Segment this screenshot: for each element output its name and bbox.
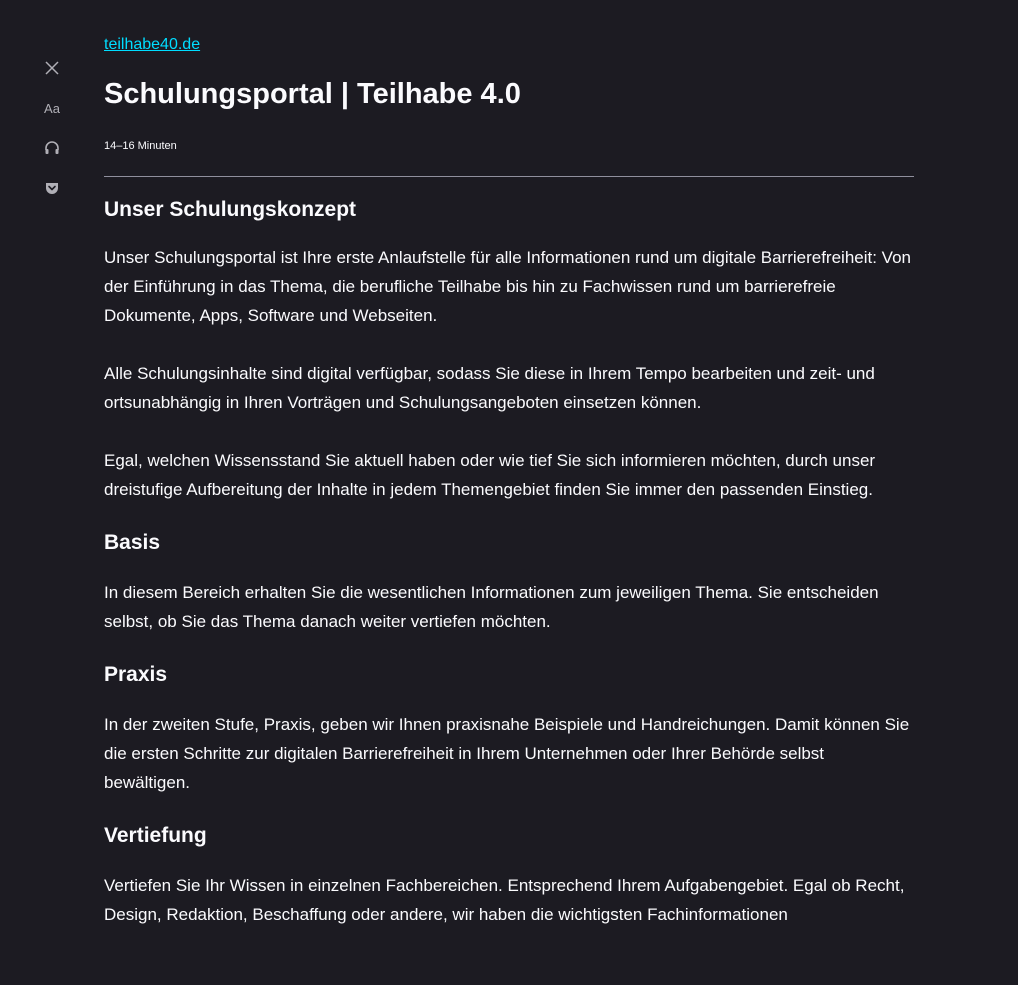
section-heading: Unser Schulungskonzept <box>104 198 357 221</box>
narrate-button[interactable] <box>38 134 66 162</box>
type-controls-button[interactable]: Aa <box>38 94 66 122</box>
pocket-icon <box>46 183 58 194</box>
reader-content: teilhabe40.de Schulungsportal | Teilhabe… <box>104 34 914 929</box>
close-icon <box>45 61 59 75</box>
article-domain-link[interactable]: teilhabe40.de <box>104 34 200 56</box>
header-divider <box>104 176 914 177</box>
paragraph: Unser Schulungsportal ist Ihre erste Anl… <box>104 248 911 325</box>
reading-time: 14–16 Minuten <box>104 140 177 152</box>
paragraph: Alle Schulungsinhalte sind digital verfü… <box>104 364 875 412</box>
close-reader-button[interactable] <box>38 54 66 82</box>
article-title: Schulungsportal | Teilhabe 4.0 <box>104 78 521 110</box>
headphones-icon <box>45 141 59 154</box>
paragraph: Egal, welchen Wissensstand Sie aktuell h… <box>104 451 876 499</box>
save-to-pocket-button[interactable] <box>38 174 66 202</box>
paragraph: In der zweiten Stufe, Praxis, geben wir … <box>104 715 910 792</box>
section-heading: Praxis <box>104 663 168 686</box>
reader-toolbar: Aa <box>38 54 66 214</box>
paragraph: Vertiefen Sie Ihr Wissen in einzelnen Fa… <box>104 876 905 924</box>
paragraph: In diesem Bereich erhalten Sie die wesen… <box>104 583 879 631</box>
section-heading: Basis <box>104 531 161 554</box>
type-controls-label: Aa <box>44 100 60 116</box>
section-heading: Vertiefung <box>104 824 207 847</box>
